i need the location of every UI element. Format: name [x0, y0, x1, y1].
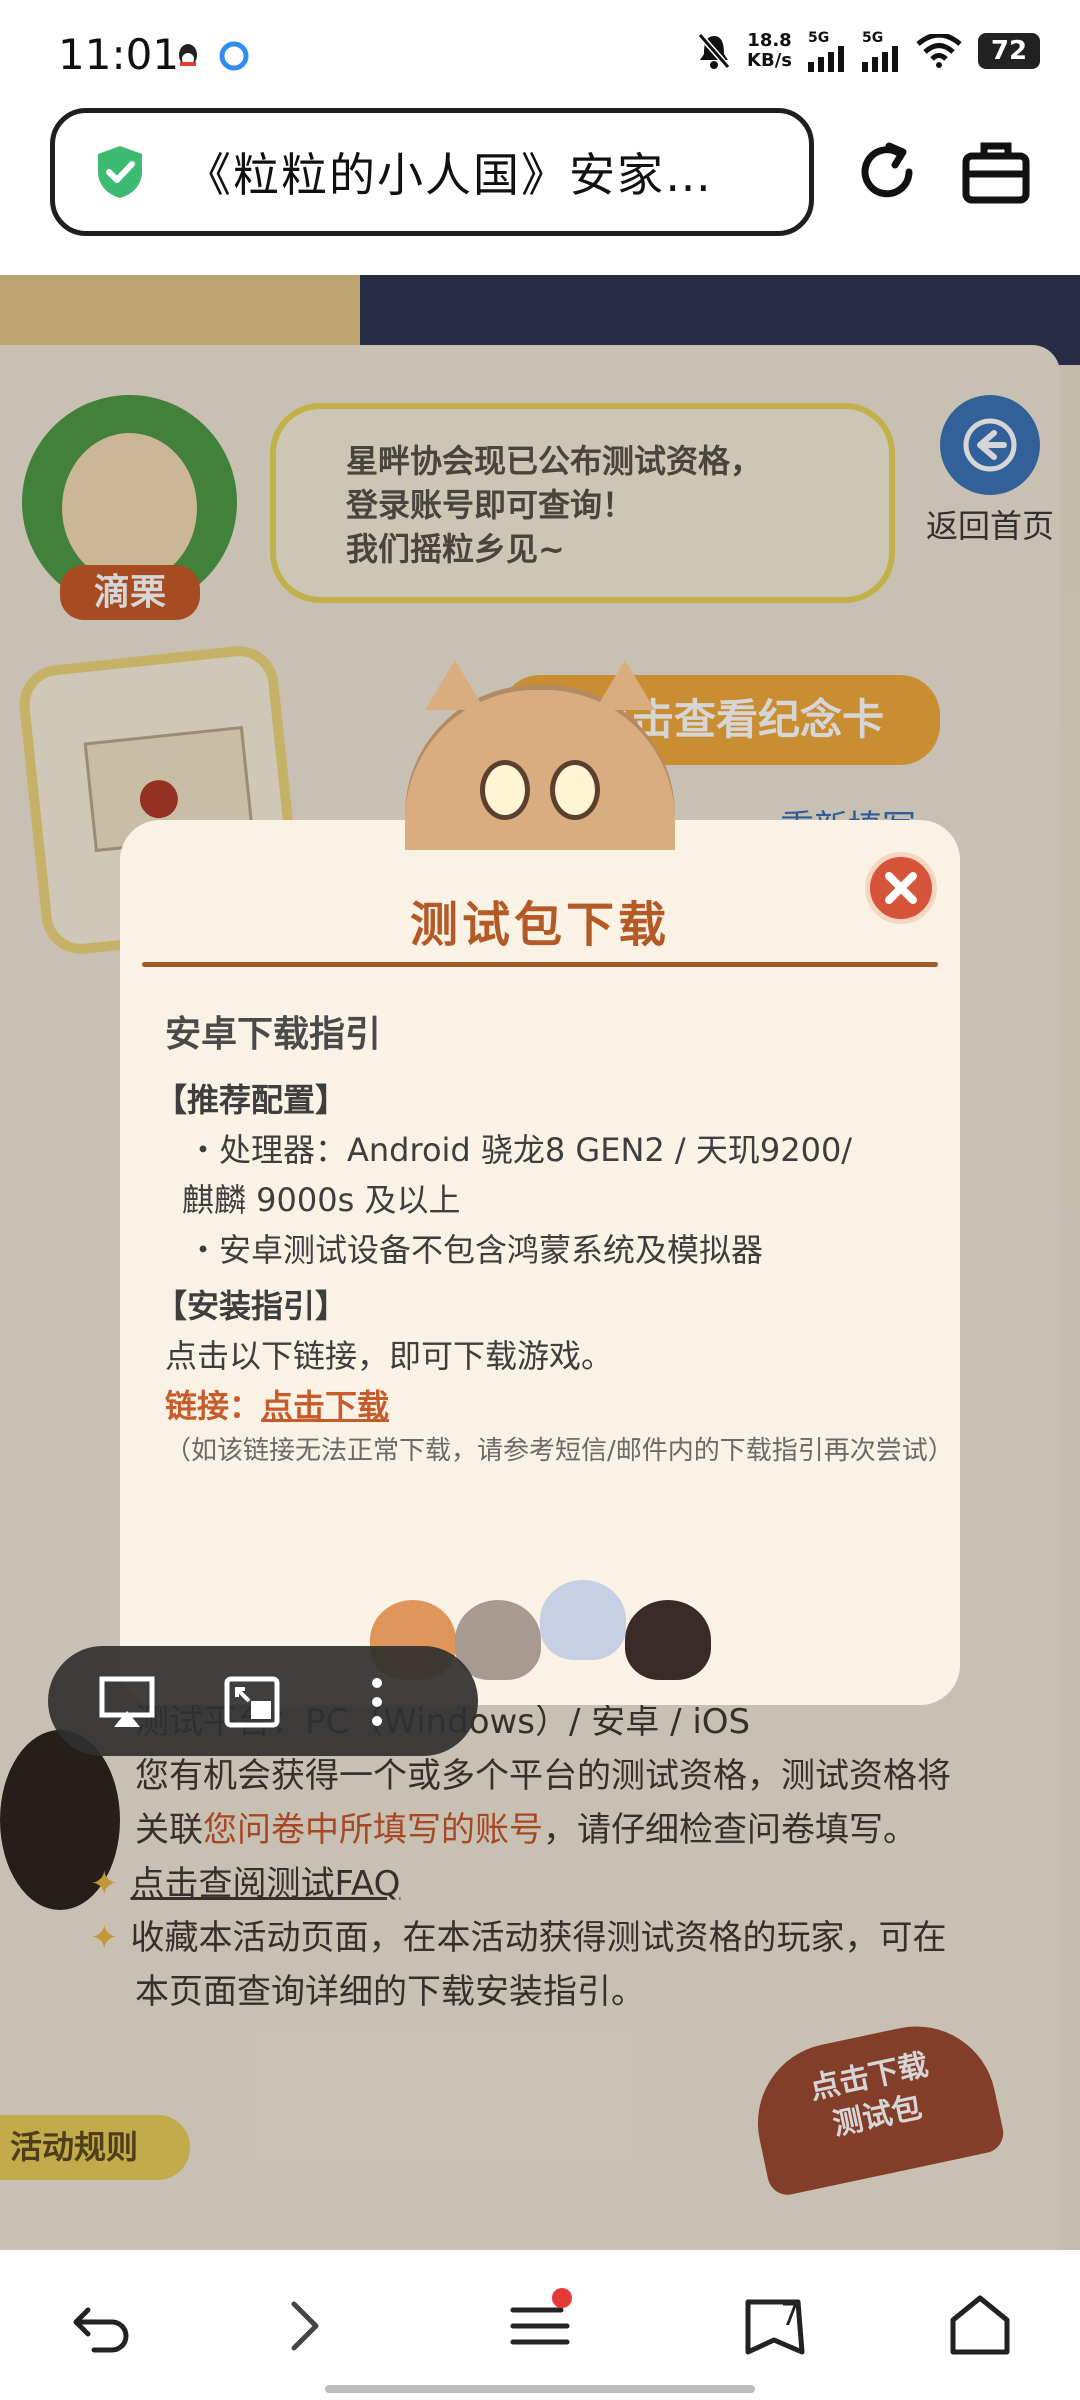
recommended-config-title: 【推荐配置】: [155, 1081, 348, 1119]
download-link[interactable]: 点击下载: [261, 1387, 389, 1425]
signal-label-2: 5G: [862, 30, 884, 46]
toolbox-icon[interactable]: [952, 128, 1040, 216]
download-note: （如该链接无法正常下载，请参考短信/邮件内的下载指引再次尝试）: [165, 1436, 954, 1466]
status-bar: 11:01 18.8 KB/s 5G 5G 72: [0, 0, 1080, 105]
install-text: 点击以下链接，即可下载游戏。: [165, 1337, 614, 1375]
net-speed-unit: KB/s: [747, 50, 792, 71]
reload-icon[interactable]: [843, 128, 931, 216]
modal-body: 【推荐配置】 ・处理器：Android 骁龙8 GEN2 / 天玑9200/ 麒…: [155, 1075, 954, 1471]
browser-bottom-nav: [0, 2250, 1080, 2400]
cast-icon[interactable]: [98, 1673, 156, 1731]
home-icon[interactable]: [945, 2290, 1015, 2360]
signal-bars-icon: [808, 46, 844, 72]
signal-5g-2: 5G: [862, 30, 900, 72]
browser-app-icon: [219, 41, 249, 71]
security-shield-icon: [98, 146, 142, 198]
signal-5g-1: 5G: [808, 30, 846, 72]
black-cat: [625, 1600, 711, 1680]
floating-toolbar: [48, 1646, 478, 1756]
picture-in-picture-icon[interactable]: [223, 1673, 281, 1731]
signal-bars-icon: [862, 46, 898, 72]
tab-count: 7: [780, 2298, 800, 2333]
config-item: ・安卓测试设备不包含鸿蒙系统及模拟器: [187, 1231, 764, 1269]
status-right-group: 18.8 KB/s 5G 5G 72: [697, 30, 1040, 72]
android-guide-heading: 安卓下载指引: [165, 1014, 382, 1055]
download-link-row: 链接：点击下载: [165, 1381, 945, 1431]
download-modal: 测试包下载 安卓下载指引 【推荐配置】 ・处理器：Android 骁龙8 GEN…: [120, 660, 960, 1705]
link-label: 链接：: [165, 1387, 262, 1425]
cat-ear: [425, 660, 485, 710]
cat-ear: [595, 660, 655, 710]
wifi-icon: [916, 34, 962, 68]
close-button[interactable]: [865, 852, 937, 924]
menu-notification-dot: [552, 2288, 572, 2308]
gray-cat: [455, 1600, 541, 1680]
close-icon: [885, 872, 917, 904]
title-divider: [142, 962, 938, 967]
signal-label-1: 5G: [808, 30, 830, 46]
status-time: 11:01: [58, 30, 180, 79]
page-title-in-address-bar: 《粒粒的小人国》安家…: [185, 148, 713, 202]
modal-title: 测试包下载: [409, 897, 670, 953]
forward-icon[interactable]: [270, 2290, 340, 2360]
mute-bell-icon: [697, 33, 731, 69]
back-icon[interactable]: [66, 2290, 136, 2360]
qq-icon: [179, 44, 197, 66]
battery-indicator: 72: [978, 33, 1040, 69]
address-bar[interactable]: 《粒粒的小人国》安家…: [50, 108, 814, 236]
config-item-continued: 麒麟 9000s 及以上: [182, 1181, 461, 1219]
config-item: ・处理器：Android 骁龙8 GEN2 / 天玑9200/: [187, 1131, 853, 1169]
install-guide-title: 【安装指引】: [155, 1287, 348, 1325]
net-speed: 18.8 KB/s: [747, 31, 792, 71]
cat-eye: [480, 760, 530, 820]
more-vertical-icon[interactable]: [348, 1673, 406, 1731]
blue-cat: [540, 1580, 626, 1660]
gesture-home-indicator: [325, 2385, 755, 2393]
cat-eye: [550, 760, 600, 820]
net-speed-value: 18.8: [747, 30, 792, 51]
